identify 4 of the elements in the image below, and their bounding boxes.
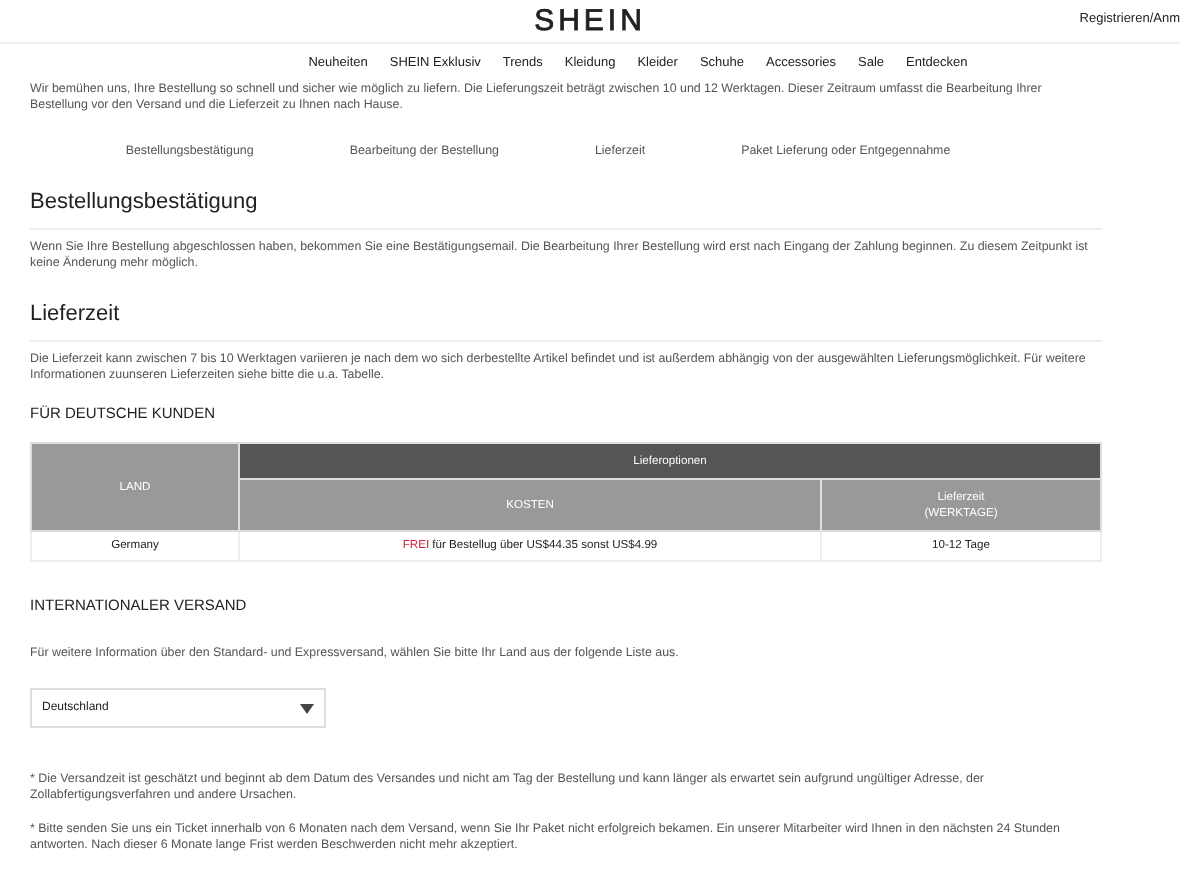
section-heading: Lieferzeit xyxy=(30,302,1102,342)
logo[interactable]: SHEIN xyxy=(534,4,646,38)
dropdown-arrow-icon xyxy=(300,703,314,713)
section-heading: Bestellungsbestätigung xyxy=(30,190,1102,230)
